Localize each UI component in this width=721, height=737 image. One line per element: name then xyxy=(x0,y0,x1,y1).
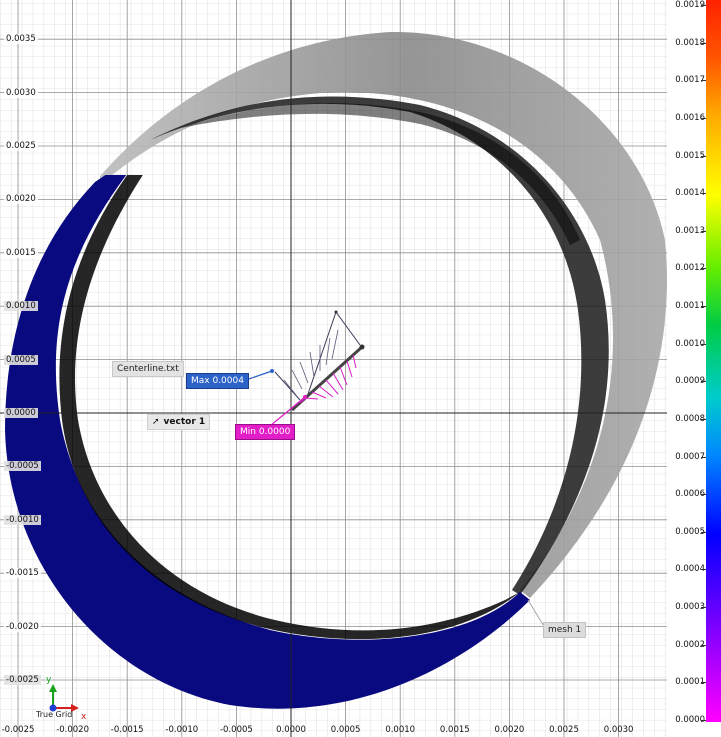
x-tick-label: 0.0015 xyxy=(439,725,470,735)
max-value-badge[interactable]: Max 0.0004 xyxy=(186,373,249,389)
mesh-label[interactable]: mesh 1 xyxy=(543,622,587,638)
y-tick-label: 0.0000 xyxy=(4,408,38,418)
x-tick-label: 0.0030 xyxy=(603,725,634,735)
min-value-badge[interactable]: Min 0.0000 xyxy=(235,424,296,440)
colorbar-gradient xyxy=(706,0,721,722)
x-tick-label: -0.0015 xyxy=(110,725,144,735)
colorbar-tick-mark xyxy=(701,42,706,44)
y-tick-label: 0.0005 xyxy=(4,354,38,365)
colorbar-tick-mark xyxy=(701,230,706,232)
y-tick-label: 0.0020 xyxy=(4,194,38,205)
y-tick-label: -0.0025 xyxy=(4,675,41,685)
colorbar-tick-mark xyxy=(701,644,706,646)
x-tick-label: 0.0010 xyxy=(385,725,416,735)
axis-y-letter: y xyxy=(46,675,52,685)
y-tick-label: 0.0010 xyxy=(4,301,38,312)
x-tick-label: 0.0020 xyxy=(494,725,525,735)
x-tick-label: -0.0005 xyxy=(219,725,253,735)
colorbar-tick-mark xyxy=(701,343,706,345)
colorbar-tick-mark xyxy=(701,117,706,119)
colorbar-tick-mark xyxy=(701,193,706,195)
colorbar-tick-mark xyxy=(701,569,706,571)
x-tick-label: 0.0005 xyxy=(330,725,361,735)
y-tick-label: 0.0030 xyxy=(4,87,38,98)
axis-caption: True Grid xyxy=(36,710,73,719)
colorbar-tick-mark xyxy=(701,720,706,721)
x-tick-label: -0.0020 xyxy=(56,725,89,735)
x-tick-label: 0.0000 xyxy=(276,725,306,735)
y-tick-label: 0.0035 xyxy=(4,34,38,45)
colorbar-tick-mark xyxy=(701,268,706,270)
x-tick-label: -0.0025 xyxy=(1,725,35,735)
vector-label-text: vector 1 xyxy=(163,417,206,427)
centerline-label[interactable]: Centerline.txt xyxy=(112,361,184,377)
y-tick-label: -0.0015 xyxy=(4,568,41,579)
colorbar-tick-mark xyxy=(701,306,706,308)
x-tick-label: 0.0025 xyxy=(549,725,579,735)
colorbar-tick-mark xyxy=(701,5,706,6)
colorbar-tick-mark xyxy=(701,531,706,533)
y-tick-label: -0.0005 xyxy=(4,461,41,472)
colorbar-tick-mark xyxy=(701,494,706,496)
min-point-marker xyxy=(303,395,307,399)
colorbar-tick-mark xyxy=(701,80,706,82)
vector-label[interactable]: ➚ vector 1 xyxy=(147,414,211,430)
color-legend: 0.0019 0.0018 0.0017 0.0016 0.0015 0.0014 0.00… xyxy=(667,0,721,737)
3d-viewport[interactable]: y x 0.0035 0.0030 0.0025 0.0020 0.0015 0.0010… xyxy=(0,0,667,737)
x-tick-label: -0.0010 xyxy=(165,725,199,735)
y-tick-label: 0.0015 xyxy=(4,247,38,258)
max-point-marker xyxy=(270,369,274,373)
colorbar-tick-mark xyxy=(701,682,706,684)
colorbar-tick-mark xyxy=(701,607,706,609)
vector-arrow-icon: ➚ xyxy=(152,417,160,427)
colorbar-tick-mark xyxy=(701,381,706,383)
axis-x-letter: x xyxy=(81,712,87,722)
colorbar-tick-mark xyxy=(701,456,706,458)
y-tick-label: -0.0020 xyxy=(4,621,41,632)
colorbar-tick-mark xyxy=(701,155,706,157)
y-tick-label: -0.0010 xyxy=(4,514,41,525)
colorbar-tick-mark xyxy=(701,418,706,420)
y-tick-label: 0.0025 xyxy=(4,141,38,151)
